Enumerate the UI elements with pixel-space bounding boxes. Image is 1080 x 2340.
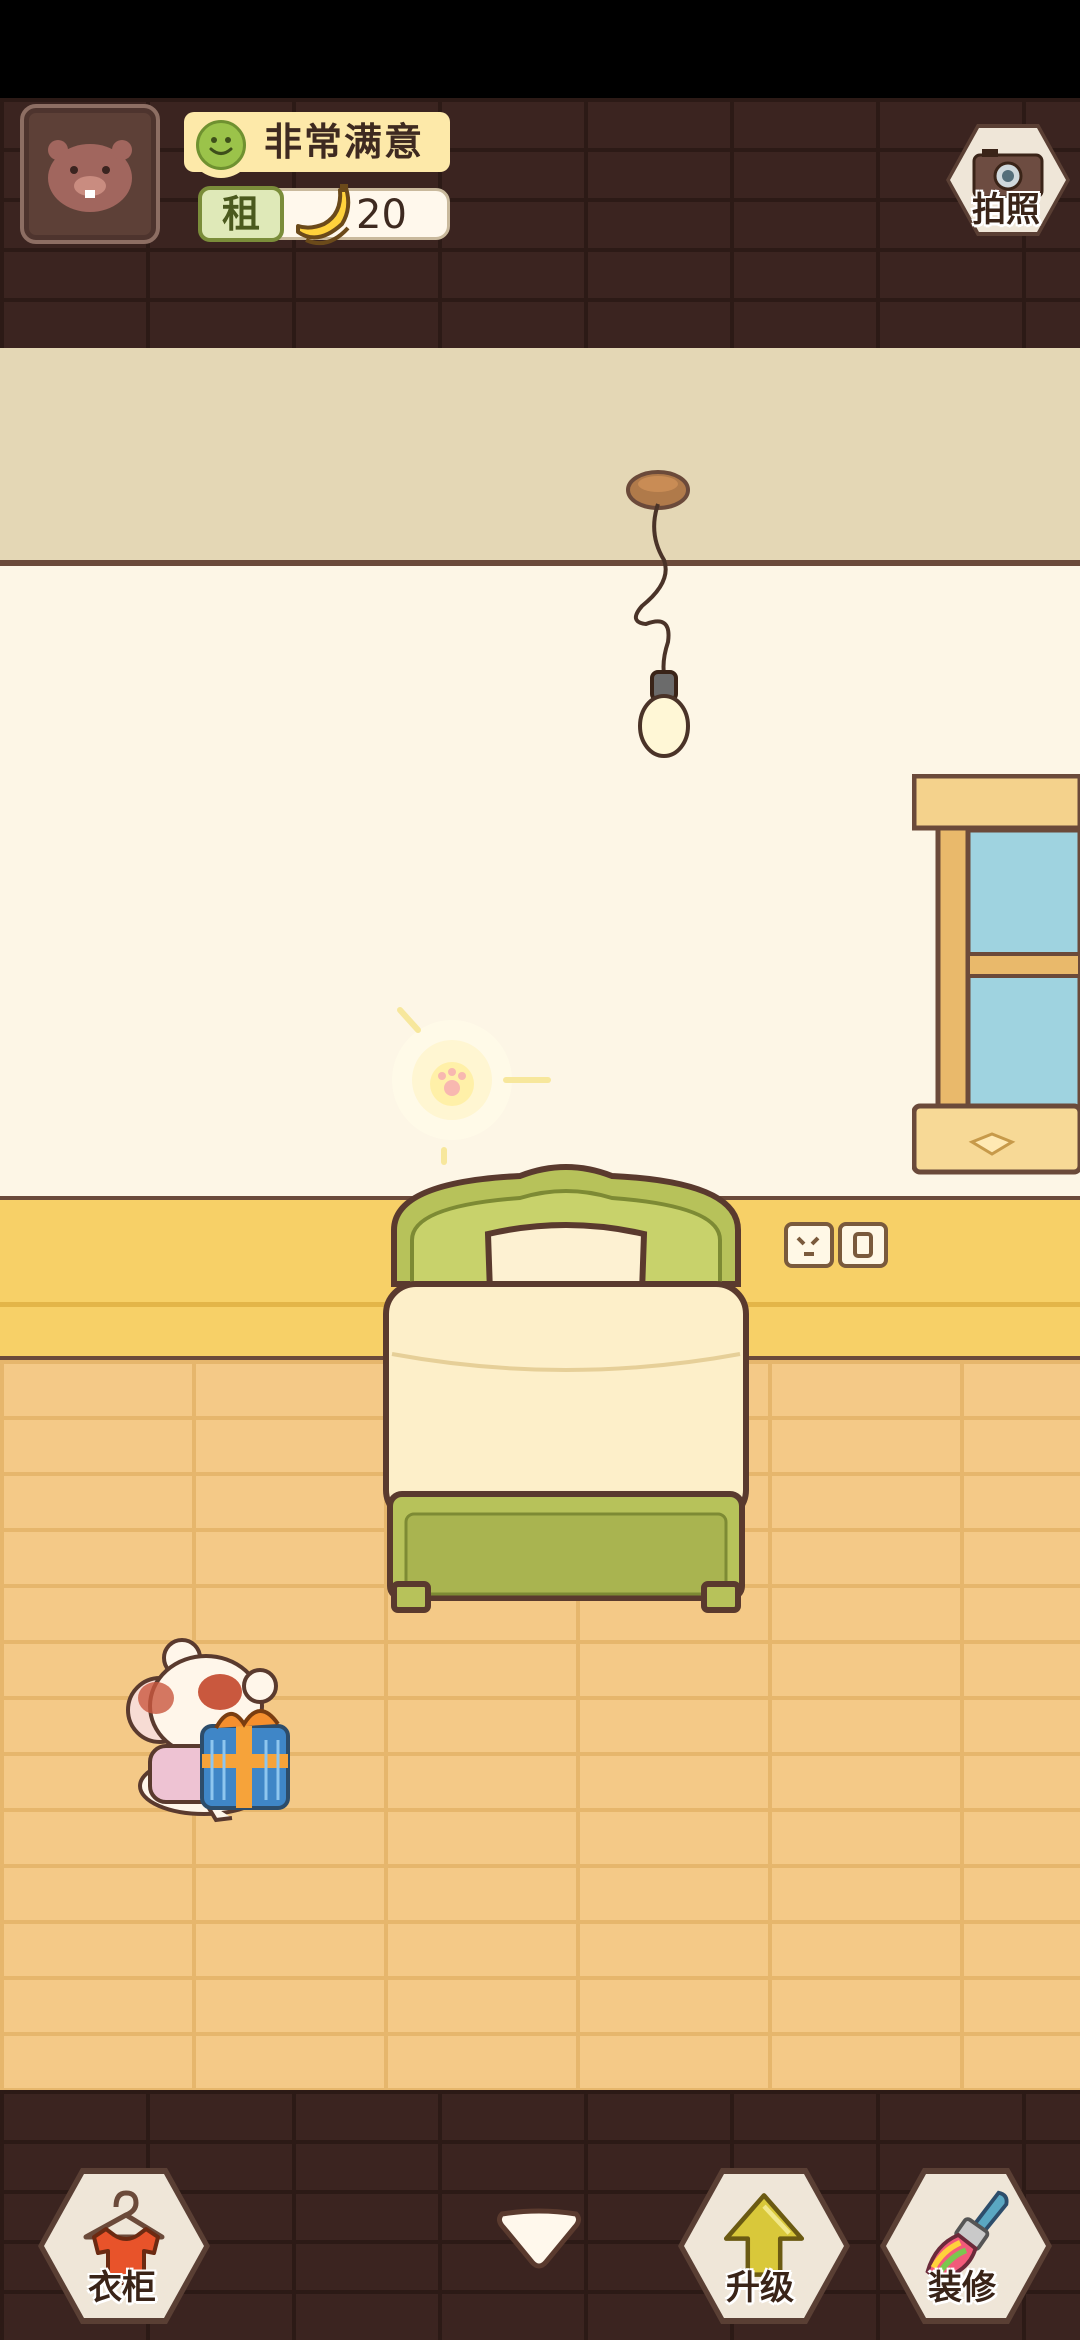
banana-icon xyxy=(296,184,351,245)
header-brick-wall xyxy=(0,98,1080,348)
hanging-lightbulb[interactable] xyxy=(620,464,700,764)
wall-outlet xyxy=(784,1222,888,1268)
ceiling xyxy=(0,348,1080,562)
photo-label: 拍照 xyxy=(972,190,1040,230)
game-screen: 非常满意 租 20 拍照 衣柜 升级 装修 xyxy=(0,0,1080,2340)
rent-badge: 租 xyxy=(198,186,284,242)
decorate-label: 装修 xyxy=(928,2268,996,2308)
beaver-face-icon xyxy=(48,140,132,212)
status-bar xyxy=(0,0,1080,98)
tenant-character[interactable] xyxy=(120,1636,300,1828)
tenant-avatar[interactable] xyxy=(20,104,160,244)
smile-icon xyxy=(188,112,254,178)
bed[interactable] xyxy=(380,1154,752,1614)
window[interactable] xyxy=(912,774,1080,1178)
rent-value: 20 xyxy=(356,192,407,238)
paw-sparkle-icon[interactable] xyxy=(378,1000,558,1170)
wardrobe-label: 衣柜 xyxy=(88,2268,156,2308)
satisfaction-label: 非常满意 xyxy=(264,120,425,164)
upgrade-label: 升级 xyxy=(726,2268,794,2308)
chevron-down-icon[interactable] xyxy=(494,2206,584,2272)
